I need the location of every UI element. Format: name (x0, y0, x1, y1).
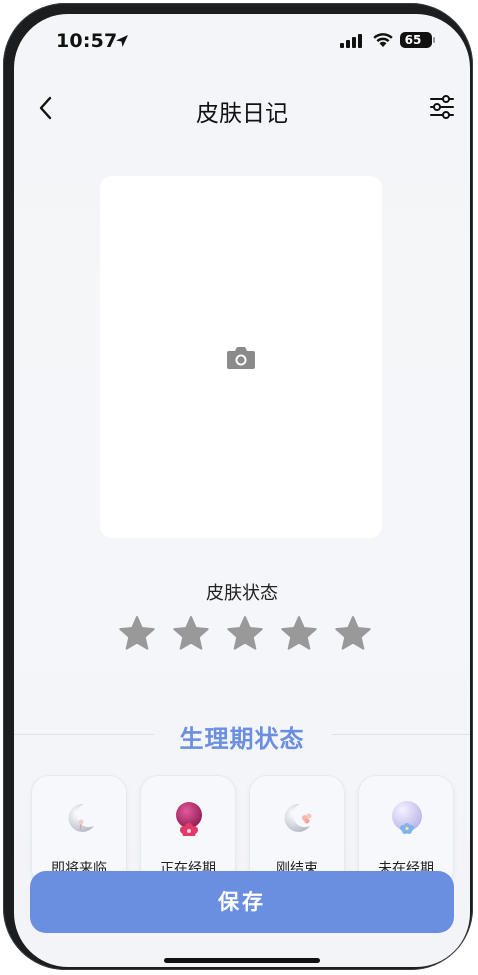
star-icon-5[interactable] (332, 614, 374, 654)
status-time: 10:57 (56, 30, 118, 52)
status-bar: 10:57 65 (14, 14, 470, 70)
divider-right (332, 734, 470, 735)
star-icon-2[interactable] (170, 614, 212, 654)
camera-icon (227, 347, 255, 369)
period-section-title: 生理期状态 (179, 725, 305, 753)
photo-upload-area[interactable] (100, 176, 382, 538)
period-section-header: 生理期状态 (14, 717, 470, 753)
bubble-flower-icon (392, 801, 422, 834)
app-screen: 10:57 65 皮肤日记 皮肤状态 生理期状态 即将来临 正在经期 刚结束 未… (14, 14, 470, 967)
cellular-signal-icon (340, 34, 362, 48)
save-button[interactable]: 保存 (30, 871, 454, 933)
skin-status-label: 皮肤状态 (206, 583, 278, 604)
battery-icon: 65 (400, 32, 435, 48)
battery-level: 65 (404, 33, 422, 47)
moon-flower-icon (284, 803, 312, 832)
nav-bar: 皮肤日记 (14, 86, 470, 130)
star-icon-3[interactable] (224, 614, 266, 654)
moon-icon (68, 803, 94, 832)
skin-rating-stars (116, 614, 374, 654)
star-icon-4[interactable] (278, 614, 320, 654)
phone-frame: 10:57 65 皮肤日记 皮肤状态 生理期状态 即将来临 正在经期 刚结束 未… (3, 3, 473, 970)
home-indicator (164, 958, 320, 963)
sliders-icon[interactable] (429, 94, 455, 120)
star-icon-1[interactable] (116, 614, 158, 654)
wifi-icon (373, 33, 393, 47)
flower-icon (176, 802, 202, 836)
location-arrow-icon (116, 35, 128, 47)
page-title: 皮肤日记 (196, 101, 288, 127)
